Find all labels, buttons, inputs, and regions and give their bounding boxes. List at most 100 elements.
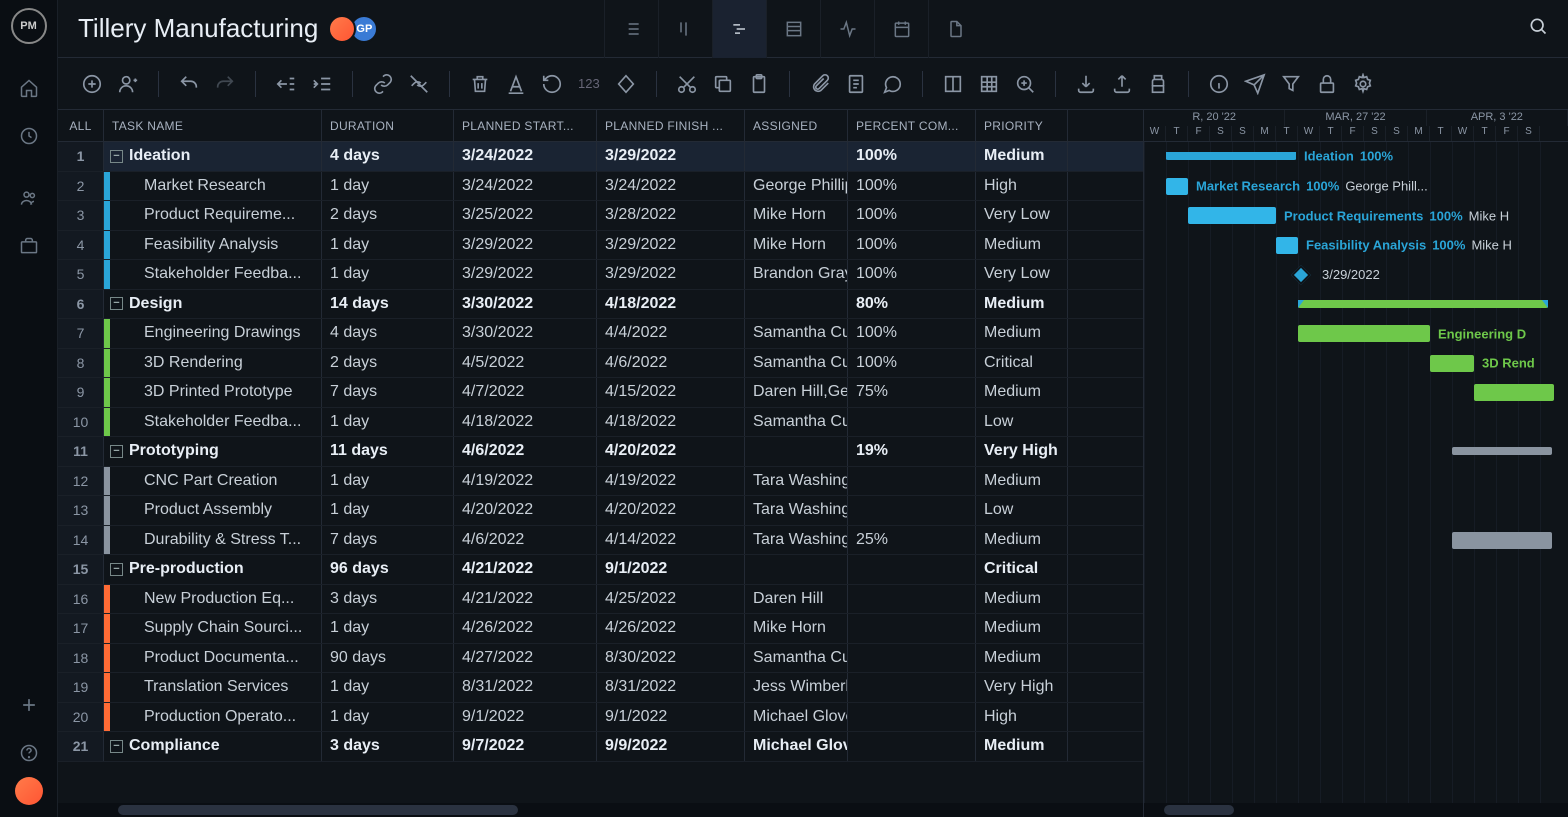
filter-icon[interactable]	[1277, 70, 1305, 98]
nav-add[interactable]	[0, 681, 58, 729]
col-finish[interactable]: PLANNED FINISH ...	[597, 110, 745, 141]
collapse-icon[interactable]: −	[110, 445, 123, 458]
grid-body[interactable]: 1 −Ideation 4 days 3/24/2022 3/29/2022 1…	[58, 142, 1143, 803]
import-icon[interactable]	[1072, 70, 1100, 98]
task-row[interactable]: 3 Product Requireme... 2 days 3/25/2022 …	[58, 201, 1143, 231]
info-icon[interactable]	[1205, 70, 1233, 98]
task-row[interactable]: 13 Product Assembly 1 day 4/20/2022 4/20…	[58, 496, 1143, 526]
gantt-bar[interactable]: 3D Rend	[1430, 355, 1474, 372]
view-calendar[interactable]	[874, 0, 928, 58]
user-avatar[interactable]	[15, 777, 43, 805]
cut-icon[interactable]	[673, 70, 701, 98]
task-row[interactable]: 12 CNC Part Creation 1 day 4/19/2022 4/1…	[58, 467, 1143, 497]
view-activity[interactable]	[820, 0, 874, 58]
task-row[interactable]: 19 Translation Services 1 day 8/31/2022 …	[58, 673, 1143, 703]
zoom-icon[interactable]	[1011, 70, 1039, 98]
send-icon[interactable]	[1241, 70, 1269, 98]
outdent-icon[interactable]	[272, 70, 300, 98]
delete-icon[interactable]	[466, 70, 494, 98]
view-gantt[interactable]	[712, 0, 766, 58]
collapse-icon[interactable]: −	[110, 563, 123, 576]
attach-icon[interactable]	[806, 70, 834, 98]
font-icon[interactable]	[502, 70, 530, 98]
task-row[interactable]: 14 Durability & Stress T... 7 days 4/6/2…	[58, 526, 1143, 556]
task-row[interactable]: 2 Market Research 1 day 3/24/2022 3/24/2…	[58, 172, 1143, 202]
milestone-icon[interactable]	[612, 70, 640, 98]
task-row[interactable]: 10 Stakeholder Feedba... 1 day 4/18/2022…	[58, 408, 1143, 438]
gantt-bar[interactable]: Feasibility Analysis100%Mike H	[1276, 237, 1298, 254]
add-task-icon[interactable]	[78, 70, 106, 98]
nav-portfolio[interactable]	[0, 222, 58, 270]
gantt-body[interactable]: Ideation100% Market Research100%George Ph…	[1144, 142, 1568, 803]
task-row[interactable]: 16 New Production Eq... 3 days 4/21/2022…	[58, 585, 1143, 615]
col-assigned[interactable]: ASSIGNED	[745, 110, 848, 141]
grid-icon[interactable]	[975, 70, 1003, 98]
view-sheet[interactable]	[766, 0, 820, 58]
note-icon[interactable]	[842, 70, 870, 98]
project-members[interactable]: GP	[334, 15, 378, 43]
task-row[interactable]: 21 −Compliance 3 days 9/7/2022 9/9/2022 …	[58, 732, 1143, 762]
col-percent[interactable]: PERCENT COM...	[848, 110, 976, 141]
toolbar: 123	[58, 58, 1568, 110]
col-priority[interactable]: PRIORITY	[976, 110, 1068, 141]
add-user-icon[interactable]	[114, 70, 142, 98]
gantt-bar[interactable]: Product Requirements100%Mike H	[1188, 207, 1276, 224]
gantt-bar[interactable]	[1452, 532, 1552, 549]
task-row[interactable]: 1 −Ideation 4 days 3/24/2022 3/29/2022 1…	[58, 142, 1143, 172]
task-row[interactable]: 20 Production Operato... 1 day 9/1/2022 …	[58, 703, 1143, 733]
gantt-bar[interactable]: Market Research100%George Phill...	[1166, 178, 1188, 195]
print-icon[interactable]	[1144, 70, 1172, 98]
redo-icon[interactable]	[211, 70, 239, 98]
export-icon[interactable]	[1108, 70, 1136, 98]
gantt-bar[interactable]	[1474, 384, 1554, 401]
task-row[interactable]: 9 3D Printed Prototype 7 days 4/7/2022 4…	[58, 378, 1143, 408]
col-task-name[interactable]: TASK NAME	[104, 110, 322, 141]
task-row[interactable]: 11 −Prototyping 11 days 4/6/2022 4/20/20…	[58, 437, 1143, 467]
undo-icon[interactable]	[175, 70, 203, 98]
collapse-icon[interactable]: −	[110, 150, 123, 163]
nav-help[interactable]	[0, 729, 58, 777]
lock-icon[interactable]	[1313, 70, 1341, 98]
gantt-bar[interactable]: Ideation100%	[1166, 152, 1296, 160]
indent-icon[interactable]	[308, 70, 336, 98]
gantt-bar[interactable]: Engineering D	[1298, 325, 1430, 342]
col-start[interactable]: PLANNED START...	[454, 110, 597, 141]
collapse-icon[interactable]: −	[110, 297, 123, 310]
task-row[interactable]: 4 Feasibility Analysis 1 day 3/29/2022 3…	[58, 231, 1143, 261]
task-row[interactable]: 15 −Pre-production 96 days 4/21/2022 9/1…	[58, 555, 1143, 585]
avatar-1[interactable]	[328, 15, 356, 43]
header: Tillery Manufacturing GP	[58, 0, 1568, 58]
task-row[interactable]: 8 3D Rendering 2 days 4/5/2022 4/6/2022 …	[58, 349, 1143, 379]
nav-home[interactable]	[0, 64, 58, 112]
paste-icon[interactable]	[745, 70, 773, 98]
project-title: Tillery Manufacturing	[78, 13, 318, 44]
gantt-hscroll[interactable]	[1144, 803, 1568, 817]
copy-icon[interactable]	[709, 70, 737, 98]
gantt-header: R, 20 '22MAR, 27 '22APR, 3 '22 WTFSSMTWT…	[1144, 110, 1568, 142]
grid-hscroll[interactable]	[58, 803, 1143, 817]
columns-icon[interactable]	[939, 70, 967, 98]
app-logo[interactable]: PM	[11, 8, 47, 44]
nav-recent[interactable]	[0, 112, 58, 160]
gantt-bar[interactable]	[1298, 300, 1548, 308]
col-duration[interactable]: DURATION	[322, 110, 454, 141]
task-row[interactable]: 17 Supply Chain Sourci... 1 day 4/26/202…	[58, 614, 1143, 644]
nav-team[interactable]	[0, 174, 58, 222]
reset-icon[interactable]	[538, 70, 566, 98]
task-row[interactable]: 7 Engineering Drawings 4 days 3/30/2022 …	[58, 319, 1143, 349]
comment-icon[interactable]	[878, 70, 906, 98]
unlink-icon[interactable]	[405, 70, 433, 98]
view-files[interactable]	[928, 0, 982, 58]
view-list[interactable]	[604, 0, 658, 58]
view-board[interactable]	[658, 0, 712, 58]
link-icon[interactable]	[369, 70, 397, 98]
task-row[interactable]: 5 Stakeholder Feedba... 1 day 3/29/2022 …	[58, 260, 1143, 290]
task-row[interactable]: 6 −Design 14 days 3/30/2022 4/18/2022 80…	[58, 290, 1143, 320]
search-icon[interactable]	[1528, 16, 1548, 41]
collapse-icon[interactable]: −	[110, 740, 123, 753]
col-all[interactable]: ALL	[58, 110, 104, 141]
settings-icon[interactable]	[1349, 70, 1377, 98]
task-row[interactable]: 18 Product Documenta... 90 days 4/27/202…	[58, 644, 1143, 674]
gantt-milestone[interactable]	[1291, 265, 1311, 285]
gantt-bar[interactable]	[1452, 447, 1552, 455]
